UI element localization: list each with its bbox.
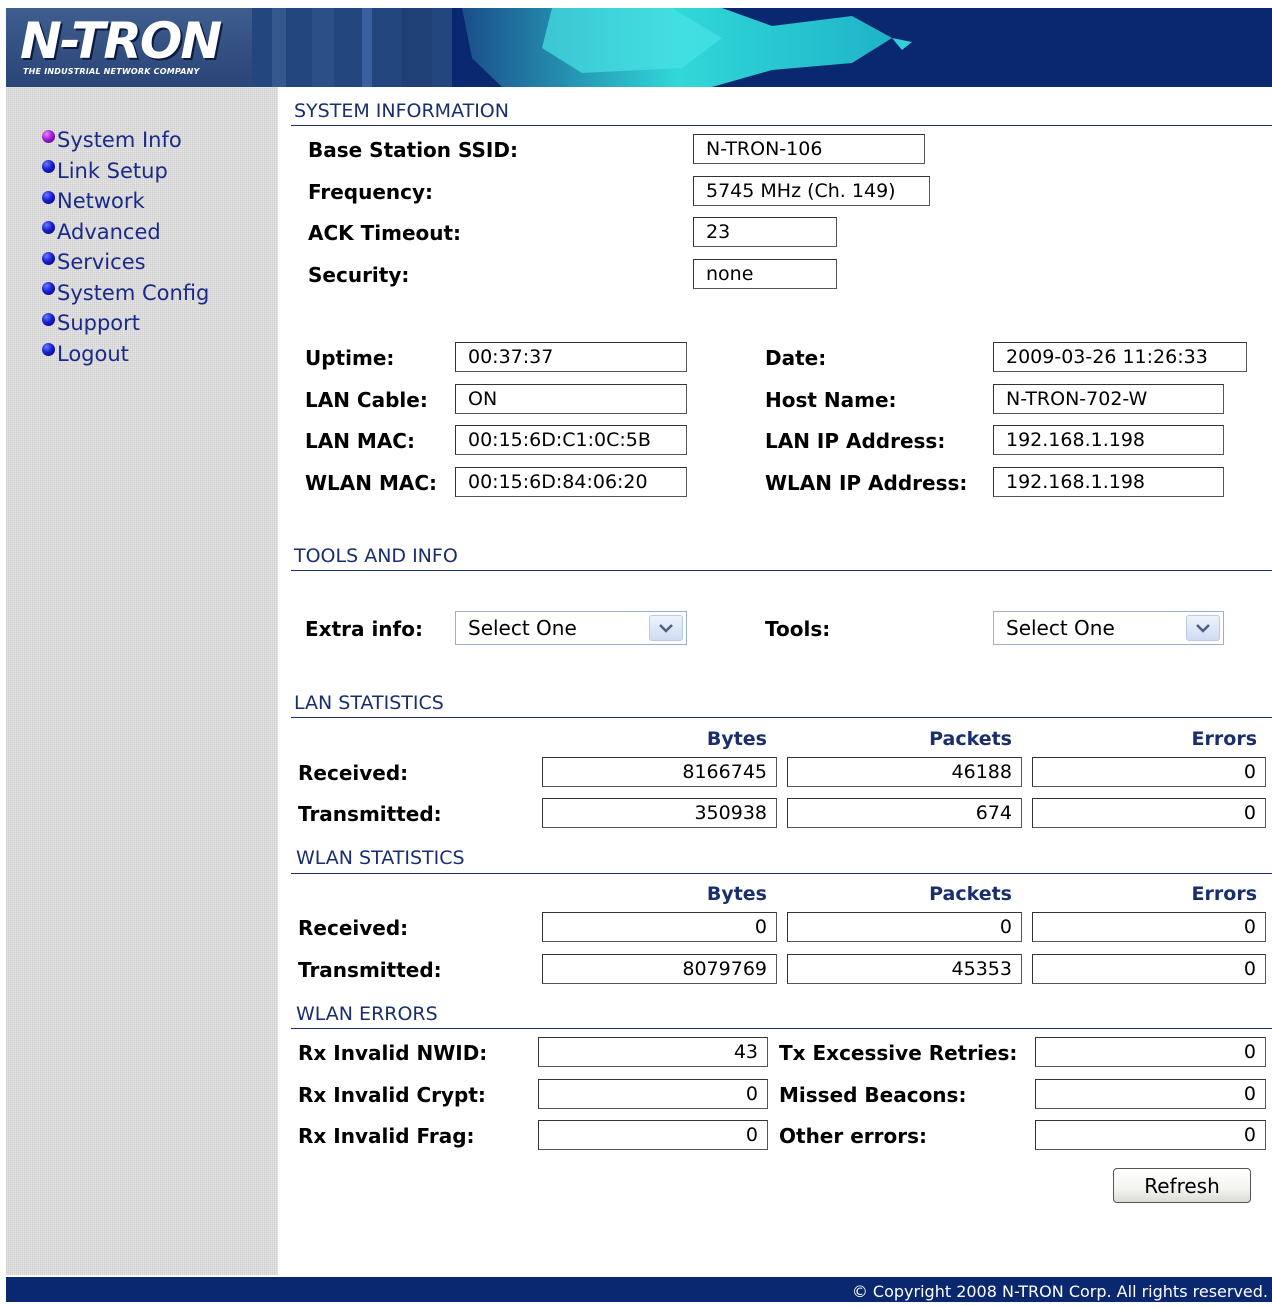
wlan-mac-field: 00:15:6D:84:06:20 xyxy=(455,467,687,497)
refresh-button[interactable]: Refresh xyxy=(1113,1168,1251,1203)
section-title-wlan-statistics: WLAN STATISTICS xyxy=(296,847,465,869)
security-label: Security: xyxy=(308,263,410,287)
missed-beacons-label: Missed Beacons: xyxy=(779,1083,967,1107)
chevron-down-icon[interactable] xyxy=(649,615,683,641)
security-field: none xyxy=(693,259,837,289)
tools-label: Tools: xyxy=(765,617,831,641)
extra-info-selected-value: Select One xyxy=(468,616,577,640)
extra-info-label: Extra info: xyxy=(305,617,423,641)
column-header-errors: Errors xyxy=(1191,728,1257,750)
footer-copyright: © Copyright 2008 N-TRON Corp. All rights… xyxy=(6,1277,1272,1302)
wlan-received-bytes: 0 xyxy=(542,912,777,942)
section-divider xyxy=(291,873,1272,874)
extra-info-select[interactable]: Select One xyxy=(455,611,687,645)
column-header-packets: Packets xyxy=(929,728,1012,750)
lan-cable-field: ON xyxy=(455,384,687,414)
main-content: SYSTEM INFORMATION Base Station SSID: N-… xyxy=(0,0,1272,1275)
wlan-transmitted-errors: 0 xyxy=(1032,954,1266,984)
rx-invalid-nwid-field: 43 xyxy=(538,1037,768,1067)
ssid-label: Base Station SSID: xyxy=(308,138,518,162)
lan-ip-label: LAN IP Address: xyxy=(765,429,946,453)
lan-mac-label: LAN MAC: xyxy=(305,429,415,453)
tools-select[interactable]: Select One xyxy=(993,611,1224,645)
section-title-wlan-errors: WLAN ERRORS xyxy=(296,1003,438,1025)
wlan-ip-field: 192.168.1.198 xyxy=(993,467,1224,497)
column-header-errors: Errors xyxy=(1191,883,1257,905)
lan-transmitted-bytes: 350938 xyxy=(542,798,777,828)
section-divider xyxy=(291,125,1272,126)
column-header-bytes: Bytes xyxy=(706,883,767,905)
wlan-transmitted-packets: 45353 xyxy=(787,954,1022,984)
frequency-field: 5745 MHz (Ch. 149) xyxy=(693,176,930,206)
chevron-down-icon[interactable] xyxy=(1186,615,1220,641)
ssid-field: N-TRON-106 xyxy=(693,134,925,164)
tx-excessive-retries-label: Tx Excessive Retries: xyxy=(779,1041,1018,1065)
rx-invalid-nwid-label: Rx Invalid NWID: xyxy=(298,1041,488,1065)
other-errors-field: 0 xyxy=(1035,1120,1266,1150)
section-divider xyxy=(291,570,1272,571)
lan-transmitted-packets: 674 xyxy=(787,798,1022,828)
host-name-field: N-TRON-702-W xyxy=(993,384,1224,414)
missed-beacons-field: 0 xyxy=(1035,1079,1266,1109)
lan-cable-label: LAN Cable: xyxy=(305,388,428,412)
section-title-system-information: SYSTEM INFORMATION xyxy=(294,100,509,122)
lan-mac-field: 00:15:6D:C1:0C:5B xyxy=(455,425,687,455)
lan-received-bytes: 8166745 xyxy=(542,757,777,787)
rx-invalid-frag-field: 0 xyxy=(538,1120,768,1150)
wlan-transmitted-label: Transmitted: xyxy=(298,958,442,982)
wlan-mac-label: WLAN MAC: xyxy=(305,471,438,495)
other-errors-label: Other errors: xyxy=(779,1124,927,1148)
column-header-bytes: Bytes xyxy=(706,728,767,750)
tx-excessive-retries-field: 0 xyxy=(1035,1037,1266,1067)
lan-transmitted-errors: 0 xyxy=(1032,798,1266,828)
host-name-label: Host Name: xyxy=(765,388,897,412)
tools-selected-value: Select One xyxy=(1006,616,1115,640)
wlan-received-label: Received: xyxy=(298,916,409,940)
section-divider xyxy=(291,717,1272,718)
wlan-received-errors: 0 xyxy=(1032,912,1266,942)
frequency-label: Frequency: xyxy=(308,180,434,204)
date-label: Date: xyxy=(765,346,827,370)
lan-transmitted-label: Transmitted: xyxy=(298,802,442,826)
section-divider xyxy=(291,1028,1272,1029)
uptime-field: 00:37:37 xyxy=(455,342,687,372)
wlan-transmitted-bytes: 8079769 xyxy=(542,954,777,984)
rx-invalid-crypt-field: 0 xyxy=(538,1079,768,1109)
lan-ip-field: 192.168.1.198 xyxy=(993,425,1224,455)
lan-received-label: Received: xyxy=(298,761,409,785)
wlan-received-packets: 0 xyxy=(787,912,1022,942)
section-title-lan-statistics: LAN STATISTICS xyxy=(294,692,444,714)
ack-timeout-label: ACK Timeout: xyxy=(308,221,462,245)
uptime-label: Uptime: xyxy=(305,346,395,370)
ack-timeout-field: 23 xyxy=(693,217,837,247)
lan-received-packets: 46188 xyxy=(787,757,1022,787)
lan-received-errors: 0 xyxy=(1032,757,1266,787)
wlan-ip-label: WLAN IP Address: xyxy=(765,471,968,495)
date-field: 2009-03-26 11:26:33 xyxy=(993,342,1247,372)
section-title-tools-and-info: TOOLS AND INFO xyxy=(294,545,458,567)
rx-invalid-crypt-label: Rx Invalid Crypt: xyxy=(298,1083,486,1107)
rx-invalid-frag-label: Rx Invalid Frag: xyxy=(298,1124,475,1148)
column-header-packets: Packets xyxy=(929,883,1012,905)
